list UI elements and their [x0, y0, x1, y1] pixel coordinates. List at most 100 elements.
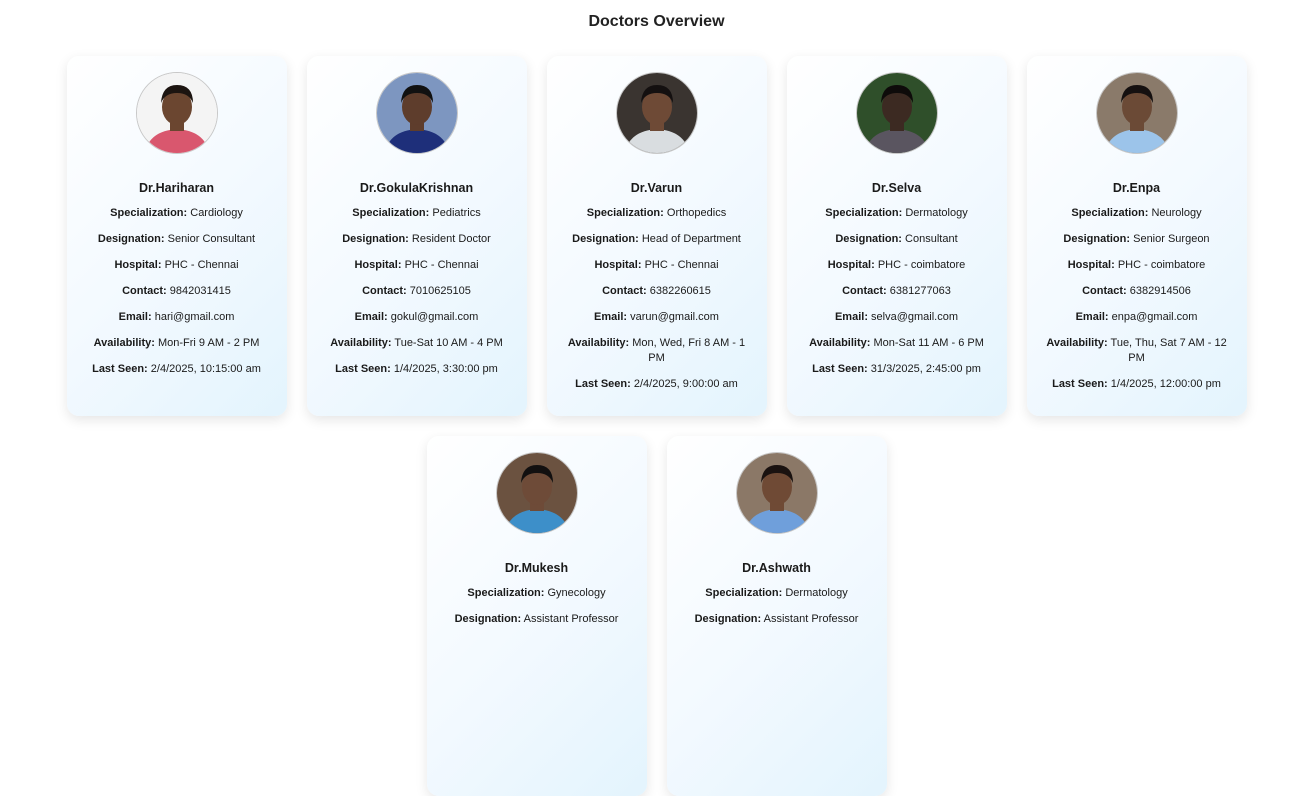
doctor-contact-row: Contact: 6381277063 [801, 284, 993, 299]
doctor-specialization-row: Specialization: Dermatology [681, 586, 873, 601]
email-label: Email: [354, 311, 388, 323]
last-seen-value: 1/4/2025, 3:30:00 pm [393, 363, 498, 375]
doctor-specialization-row: Specialization: Gynecology [441, 586, 633, 601]
doctor-card: Dr.Mukesh Specialization: Gynecology Desig… [426, 436, 647, 796]
availability-value: Tue, Thu, Sat 7 AM - 12 PM [1110, 337, 1227, 364]
doctor-name: Dr.Mukesh [504, 561, 569, 575]
specialization-value: Neurology [1151, 207, 1202, 219]
hospital-label: Hospital: [354, 259, 402, 271]
avatar [1095, 72, 1178, 154]
doctor-contact-row: Contact: 7010625105 [321, 284, 513, 299]
doctor-designation-row: Designation: Assistant Professor [441, 612, 633, 627]
hospital-value: PHC - Chennai [164, 259, 239, 271]
email-value[interactable]: hari@gmail.com [155, 311, 235, 323]
doctor-designation-row: Designation: Assistant Professor [681, 612, 873, 627]
email-label: Email: [594, 311, 628, 323]
doctor-email-row: Email: enpa@gmail.com [1041, 310, 1233, 325]
designation-label: Designation: [1063, 233, 1131, 245]
hospital-label: Hospital: [594, 259, 642, 271]
doctor-card: Dr.Ashwath Specialization: Dermatology Des… [666, 436, 887, 796]
doctor-specialization-row: Specialization: Neurology [1041, 206, 1233, 221]
designation-label: Designation: [572, 233, 639, 245]
doctor-availability-row: Availability: Mon, Wed, Fri 8 AM - 1 PM [561, 336, 753, 366]
avatar [615, 72, 698, 154]
avatar [855, 72, 938, 154]
specialization-label: Specialization: [825, 207, 903, 219]
doctor-card: Dr.Selva Specialization: Dermatology Desig… [786, 56, 1007, 416]
specialization-label: Specialization: [352, 207, 430, 219]
designation-label: Designation: [835, 233, 902, 245]
doctor-card: Dr.Enpa Specialization: Neurology Designat… [1026, 56, 1247, 416]
designation-value: Head of Department [641, 233, 741, 245]
doctor-last-seen-row: Last Seen: 1/4/2025, 12:00:00 pm [1041, 377, 1233, 392]
doctor-last-seen-row: Last Seen: 31/3/2025, 2:45:00 pm [801, 362, 993, 377]
doctor-hospital-row: Hospital: PHC - coimbatore [1041, 258, 1233, 273]
doctor-specialization-row: Specialization: Orthopedics [561, 206, 753, 221]
hospital-value: PHC - Chennai [644, 259, 719, 271]
doctor-contact-row: Contact: 9842031415 [81, 284, 273, 299]
contact-value: 9842031415 [169, 285, 231, 297]
doctor-card: Dr.Hariharan Specialization: Cardiology De… [66, 56, 287, 416]
last-seen-label: Last Seen: [812, 363, 868, 375]
email-label: Email: [1075, 311, 1109, 323]
doctor-designation-row: Designation: Resident Doctor [321, 232, 513, 247]
contact-label: Contact: [602, 285, 647, 297]
email-label: Email: [118, 311, 152, 323]
doctor-specialization-row: Specialization: Dermatology [801, 206, 993, 221]
doctor-card: Dr.GokulaKrishnan Specialization: Pediatr… [306, 56, 527, 416]
specialization-value: Pediatrics [432, 207, 481, 219]
contact-label: Contact: [842, 285, 887, 297]
doctors-grid: Dr.Hariharan Specialization: Cardiology De… [0, 56, 1313, 796]
doctor-email-row: Email: selva@gmail.com [801, 310, 993, 325]
doctor-specialization-row: Specialization: Pediatrics [321, 206, 513, 221]
doctor-hospital-row: Hospital: PHC - Chennai [321, 258, 513, 273]
doctor-email-row: Email: gokul@gmail.com [321, 310, 513, 325]
specialization-value: Cardiology [190, 207, 243, 219]
specialization-label: Specialization: [1071, 207, 1149, 219]
designation-value: Consultant [905, 233, 958, 245]
doctor-designation-row: Designation: Senior Consultant [81, 232, 273, 247]
doctor-name: Dr.Enpa [1112, 181, 1161, 195]
contact-label: Contact: [122, 285, 167, 297]
last-seen-value: 31/3/2025, 2:45:00 pm [870, 363, 981, 375]
contact-label: Contact: [362, 285, 407, 297]
availability-value: Tue-Sat 10 AM - 4 PM [394, 337, 503, 349]
specialization-value: Dermatology [905, 207, 968, 219]
avatar [735, 452, 818, 534]
email-value[interactable]: selva@gmail.com [871, 311, 958, 323]
contact-value: 7010625105 [409, 285, 471, 297]
availability-value: Mon-Sat 11 AM - 6 PM [873, 337, 984, 349]
designation-value: Assistant Professor [523, 613, 619, 625]
doctor-email-row: Email: varun@gmail.com [561, 310, 753, 325]
specialization-value: Dermatology [785, 587, 848, 599]
doctor-specialization-row: Specialization: Cardiology [81, 206, 273, 221]
contact-value: 6382914506 [1129, 285, 1191, 297]
hospital-value: PHC - coimbatore [877, 259, 966, 271]
contact-value: 6382260615 [649, 285, 711, 297]
email-value[interactable]: varun@gmail.com [630, 311, 719, 323]
last-seen-value: 2/4/2025, 9:00:00 am [633, 378, 738, 390]
designation-value: Senior Surgeon [1133, 233, 1210, 245]
hospital-value: PHC - Chennai [404, 259, 479, 271]
doctor-name: Dr.GokulaKrishnan [359, 181, 474, 195]
doctor-card: Dr.Varun Specialization: Orthopedics Desig… [546, 56, 767, 416]
doctor-designation-row: Designation: Consultant [801, 232, 993, 247]
doctor-name: Dr.Varun [630, 181, 683, 195]
hospital-label: Hospital: [827, 259, 875, 271]
doctor-contact-row: Contact: 6382914506 [1041, 284, 1233, 299]
availability-label: Availability: [567, 337, 630, 349]
email-value[interactable]: gokul@gmail.com [391, 311, 479, 323]
contact-label: Contact: [1082, 285, 1127, 297]
specialization-value: Gynecology [547, 587, 606, 599]
specialization-label: Specialization: [586, 207, 664, 219]
availability-label: Availability: [809, 337, 871, 349]
doctor-name: Dr.Hariharan [138, 181, 215, 195]
doctor-name: Dr.Ashwath [742, 561, 811, 575]
page-title: Doctors Overview [588, 13, 725, 30]
doctor-last-seen-row: Last Seen: 1/4/2025, 3:30:00 pm [321, 362, 513, 377]
email-value[interactable]: enpa@gmail.com [1112, 311, 1198, 323]
doctor-availability-row: Availability: Tue, Thu, Sat 7 AM - 12 PM [1041, 336, 1233, 366]
last-seen-label: Last Seen: [575, 378, 631, 390]
last-seen-value: 2/4/2025, 10:15:00 am [150, 363, 261, 375]
last-seen-label: Last Seen: [92, 363, 148, 375]
